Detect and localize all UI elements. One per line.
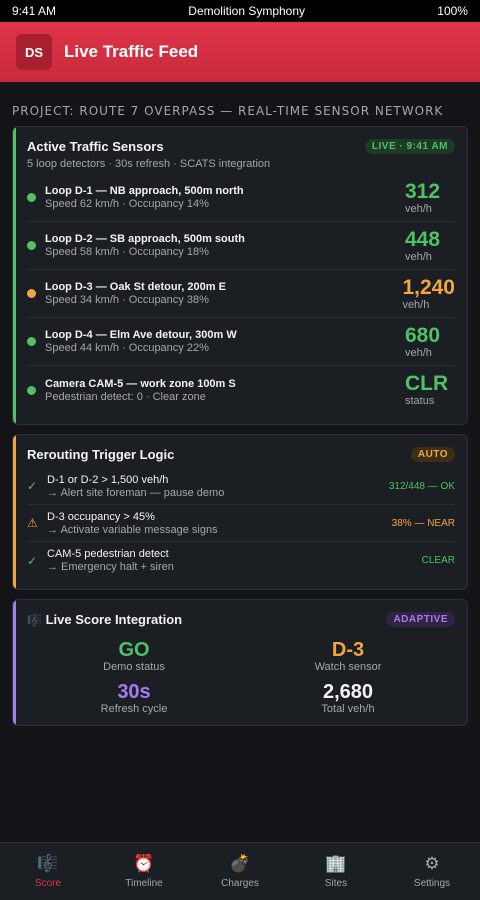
- app-header: DS Live Traffic Feed: [0, 22, 480, 82]
- live-badge: LIVE · 9:41 AM: [364, 139, 455, 154]
- tab-label: Settings: [413, 878, 451, 889]
- score-stat: 30s Refresh cycle: [27, 681, 241, 715]
- sensors-card: Active Traffic Sensors LIVE · 9:41 AM 5 …: [12, 126, 468, 425]
- status-dot-icon: [27, 385, 36, 395]
- status-dot-icon: [27, 193, 36, 202]
- project-label: PROJECT: ROUTE 7 OVERPASS — REAL-TIME SE…: [12, 104, 444, 118]
- sensor-unit: veh/h: [405, 250, 432, 263]
- rule-status: 312/448 — OK: [388, 480, 455, 492]
- status-dot-icon: [27, 241, 36, 250]
- score-card-title: Live Score Integration: [45, 612, 183, 627]
- tab-bar: 🎼 Score ⏰ Timeline 💣 Charges 🏢 Sites ⚙ S…: [0, 842, 480, 900]
- alarm-clock-icon: ⏰: [133, 854, 155, 873]
- tab-label: Charges: [221, 878, 259, 889]
- score-stat: 2,680 Total veh/h: [241, 681, 455, 715]
- sensor-detail: Pedestrian detect: 0 · Clear zone: [45, 390, 206, 403]
- score-stat: D-3 Watch sensor: [241, 639, 455, 673]
- sensor-unit: veh/h: [402, 298, 430, 311]
- score-card: 🎼 Live Score Integration ADAPTIVE GO Dem…: [12, 599, 468, 726]
- page-title: Live Traffic Feed: [64, 42, 199, 61]
- sensor-row[interactable]: Loop D-2 — SB approach, 500m south Speed…: [27, 222, 455, 270]
- score-stat-label: Watch sensor: [314, 661, 382, 673]
- status-dot-icon: [27, 337, 36, 346]
- rule-condition: D-1 or D-2 > 1,500 veh/h: [47, 473, 169, 486]
- trigger-rule[interactable]: ⚠ D-3 occupancy > 45% → Activate variabl…: [27, 505, 455, 542]
- sensor-unit: veh/h: [405, 202, 432, 215]
- score-stat-value: 30s: [117, 681, 151, 703]
- sensor-detail: Speed 62 km/h · Occupancy 14%: [45, 198, 209, 210]
- sensor-detail: Speed 34 km/h · Occupancy 38%: [45, 294, 209, 306]
- gear-icon: ⚙: [424, 854, 440, 873]
- tab-sites[interactable]: 🏢 Sites: [288, 843, 384, 900]
- status-time: 9:41 AM: [12, 4, 57, 18]
- tab-timeline[interactable]: ⏰ Timeline: [96, 843, 192, 900]
- sensor-row[interactable]: Camera CAM-5 — work zone 100m S Pedestri…: [27, 366, 455, 414]
- score-stat-label: Total veh/h: [321, 703, 375, 715]
- sensor-unit: veh/h: [405, 346, 432, 359]
- bomb-icon: 💣: [229, 854, 251, 873]
- sensor-unit: status: [405, 395, 435, 407]
- rerouting-card: Rerouting Trigger Logic AUTO ✓ D-1 or D-…: [12, 434, 468, 590]
- sensors-card-title: Active Traffic Sensors: [27, 139, 164, 154]
- rule-status: 38% — NEAR: [391, 517, 455, 529]
- score-stat-value: 2,680: [322, 681, 374, 703]
- warning-icon: ⚠: [27, 516, 38, 530]
- sensor-detail: Speed 58 km/h · Occupancy 18%: [45, 246, 209, 258]
- status-battery: 100%: [437, 4, 468, 18]
- sensor-value: 312: [405, 179, 441, 203]
- sensors-subtitle: 5 loop detectors · 30s refresh · SCATS i…: [27, 158, 271, 170]
- score-stat-label: Demo status: [103, 661, 165, 673]
- score-stat-value: GO: [118, 639, 150, 661]
- status-title: Demolition Symphony: [188, 4, 306, 18]
- sensor-value: 680: [405, 323, 441, 347]
- trigger-rule[interactable]: ✓ CAM-5 pedestrian detect → Emergency ha…: [27, 542, 455, 579]
- sensor-name: Camera CAM-5 — work zone 100m S: [45, 377, 236, 390]
- status-dot-icon: [27, 289, 36, 298]
- sensor-name: Loop D-4 — Elm Ave detour, 300m W: [45, 329, 237, 341]
- status-bar: 9:41 AM Demolition Symphony 100%: [0, 0, 480, 22]
- rule-status: CLEAR: [421, 555, 455, 566]
- check-icon: ✓: [27, 479, 38, 493]
- score-stat: GO Demo status: [27, 639, 241, 673]
- score-stat-label: Refresh cycle: [100, 703, 168, 715]
- sensor-name: Loop D-3 — Oak St detour, 200m E: [45, 281, 226, 293]
- tab-label: Timeline: [125, 878, 163, 889]
- building-icon: 🏢: [325, 854, 347, 873]
- sensor-value: 1,240: [402, 275, 455, 299]
- music-score-icon: 🎼: [37, 854, 59, 873]
- sensor-value: 448: [405, 227, 441, 251]
- sensor-value: CLR: [405, 372, 449, 395]
- app-logo: DS: [16, 34, 52, 70]
- tab-settings[interactable]: ⚙ Settings: [384, 843, 480, 900]
- tab-charges[interactable]: 💣 Charges: [192, 843, 288, 900]
- sensor-name: Loop D-2 — SB approach, 500m south: [45, 233, 245, 245]
- sensor-detail: Speed 44 km/h · Occupancy 22%: [45, 342, 209, 354]
- score-stat-value: D-3: [331, 639, 365, 661]
- adaptive-badge: ADAPTIVE: [386, 612, 455, 627]
- rule-action: → Alert site foreman — pause demo: [47, 486, 225, 499]
- sensor-name: Loop D-1 — NB approach, 500m north: [45, 185, 244, 197]
- auto-badge: AUTO: [410, 447, 455, 462]
- sensor-row[interactable]: Loop D-1 — NB approach, 500m north Speed…: [27, 174, 455, 222]
- rule-action: → Activate variable message signs: [47, 523, 218, 536]
- music-score-icon: 🎼: [27, 613, 42, 627]
- rule-action: → Emergency halt + siren: [47, 561, 174, 573]
- sensor-row[interactable]: Loop D-3 — Oak St detour, 200m E Speed 3…: [27, 270, 455, 318]
- tab-score[interactable]: 🎼 Score: [0, 843, 96, 900]
- tab-label: Sites: [324, 878, 348, 889]
- rule-condition: D-3 occupancy > 45%: [47, 510, 155, 523]
- tab-label: Score: [34, 878, 62, 889]
- trigger-rule[interactable]: ✓ D-1 or D-2 > 1,500 veh/h → Alert site …: [27, 468, 455, 505]
- rule-condition: CAM-5 pedestrian detect: [47, 548, 169, 560]
- rerouting-card-title: Rerouting Trigger Logic: [27, 447, 175, 462]
- sensor-row[interactable]: Loop D-4 — Elm Ave detour, 300m W Speed …: [27, 318, 455, 366]
- check-icon: ✓: [27, 553, 38, 568]
